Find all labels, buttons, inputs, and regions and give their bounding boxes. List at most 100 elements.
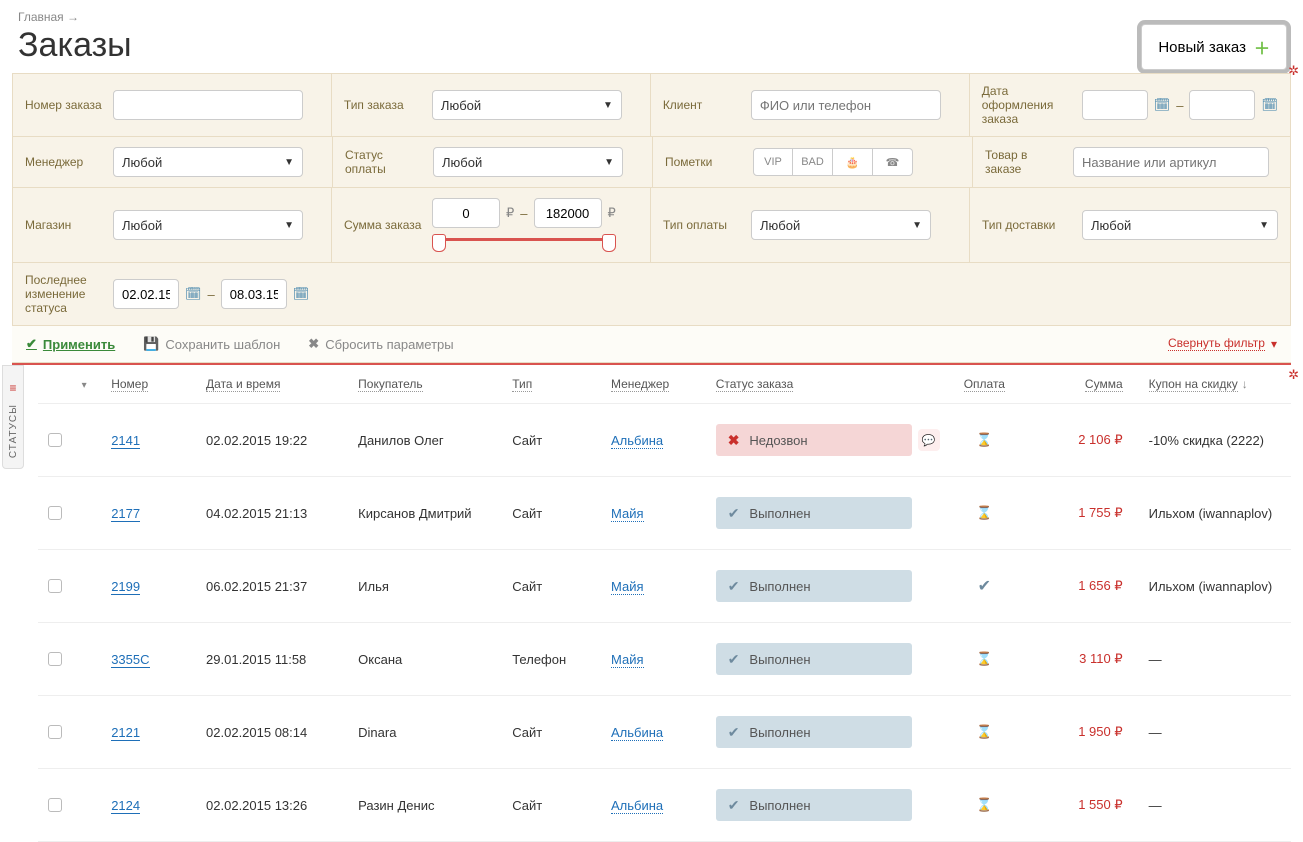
tag-phone-icon[interactable]: ☎	[873, 148, 913, 176]
order-buyer: Данилов Олег	[358, 433, 512, 448]
col-sum[interactable]: Сумма	[1085, 377, 1123, 392]
payment-status-select[interactable]: Любой▼	[433, 147, 623, 177]
tag-bad-button[interactable]: BAD	[793, 148, 833, 176]
manager-link[interactable]: Альбина	[611, 798, 663, 814]
payment-type-label: Тип оплаты	[663, 218, 741, 232]
col-payment[interactable]: Оплата	[964, 377, 1005, 392]
manager-select[interactable]: Любой▼	[113, 147, 303, 177]
slider-handle-right[interactable]	[602, 234, 616, 252]
order-number-input[interactable]	[113, 90, 303, 120]
row-checkbox[interactable]	[48, 506, 62, 520]
order-datetime: 04.02.2015 21:13	[206, 506, 358, 521]
statuses-side-tab[interactable]: ≡ СТАТУСЫ	[2, 365, 24, 469]
table-row: 214102.02.2015 19:22Данилов ОлегСайтАльб…	[38, 404, 1291, 477]
order-date-from[interactable]	[1082, 90, 1148, 120]
table-header: ▾ Номер Дата и время Покупатель Тип Мене…	[38, 365, 1291, 404]
manager-link[interactable]: Альбина	[611, 725, 663, 741]
tag-cake-icon[interactable]: 🎂	[833, 148, 873, 176]
order-number-link[interactable]: 3355C	[111, 652, 149, 668]
order-number-link[interactable]: 2141	[111, 433, 140, 449]
hourglass-icon: ⌛	[976, 797, 992, 812]
col-buyer[interactable]: Покупатель	[358, 377, 422, 392]
save-template-button[interactable]: 💾 Сохранить шаблон	[143, 336, 280, 352]
calendar-icon[interactable]: 🗓	[293, 286, 310, 302]
new-order-button[interactable]: Новый заказ ＋	[1141, 24, 1287, 70]
order-sum: 1 656 ₽	[1078, 578, 1122, 593]
col-datetime[interactable]: Дата и время	[206, 377, 280, 392]
status-badge[interactable]: ✔Выполнен	[716, 497, 912, 529]
row-checkbox[interactable]	[48, 433, 62, 447]
sum-from-input[interactable]	[432, 198, 500, 228]
order-sum-label: Сумма заказа	[344, 218, 422, 232]
col-type[interactable]: Тип	[512, 377, 532, 392]
col-coupon[interactable]: Купон на скидку	[1149, 377, 1238, 392]
delivery-type-select[interactable]: Любой▼	[1082, 210, 1278, 240]
chevron-down-icon: ▼	[604, 157, 614, 168]
order-buyer: Разин Денис	[358, 798, 512, 813]
product-input[interactable]	[1073, 147, 1269, 177]
manager-label: Менеджер	[25, 155, 103, 169]
status-badge[interactable]: ✔Выполнен	[716, 643, 912, 675]
table-row: 3355C29.01.2015 11:58ОксанаТелефонМайя✔В…	[38, 623, 1291, 696]
order-sum: 1 950 ₽	[1078, 724, 1122, 739]
order-type-label: Тип заказа	[344, 98, 422, 112]
row-checkbox[interactable]	[48, 652, 62, 666]
order-number-link[interactable]: 2121	[111, 725, 140, 741]
status-badge[interactable]: ✔Выполнен	[716, 789, 912, 821]
sort-icon[interactable]: ▾	[82, 380, 87, 391]
chevron-down-icon: ▼	[284, 157, 294, 168]
collapse-filter-button[interactable]: Свернуть фильтр ▾	[1168, 336, 1277, 351]
client-label: Клиент	[663, 98, 741, 112]
order-type: Сайт	[512, 433, 611, 448]
status-badge[interactable]: ✔Выполнен	[716, 716, 912, 748]
col-status[interactable]: Статус заказа	[716, 377, 794, 392]
order-number-link[interactable]: 2177	[111, 506, 140, 522]
gear-icon[interactable]: ✲	[1288, 367, 1299, 383]
page-title: Заказы	[18, 26, 1285, 65]
comment-icon[interactable]: 💬	[918, 429, 940, 451]
sum-to-input[interactable]	[534, 198, 602, 228]
calendar-icon[interactable]: 🗓	[185, 286, 202, 302]
manager-link[interactable]: Майя	[611, 506, 644, 522]
apply-button[interactable]: ✔ Применить	[26, 336, 115, 352]
status-date-from[interactable]	[113, 279, 179, 309]
col-number[interactable]: Номер	[111, 377, 148, 392]
payment-status: ⌛	[949, 651, 1020, 667]
x-icon: ✖	[308, 336, 319, 352]
col-manager[interactable]: Менеджер	[611, 377, 669, 392]
order-type: Телефон	[512, 652, 611, 667]
delivery-type-label: Тип доставки	[982, 218, 1072, 232]
order-sum: 1 550 ₽	[1078, 797, 1122, 812]
order-date-label: Дата оформления заказа	[982, 84, 1072, 126]
order-datetime: 02.02.2015 08:14	[206, 725, 358, 740]
reset-button[interactable]: ✖ Сбросить параметры	[308, 336, 453, 352]
order-type-select[interactable]: Любой▼	[432, 90, 622, 120]
status-badge[interactable]: ✔Выполнен	[716, 570, 912, 602]
calendar-icon[interactable]: 🗓	[1154, 97, 1171, 113]
tag-vip-button[interactable]: VIP	[753, 148, 793, 176]
breadcrumb-home[interactable]: Главная	[18, 10, 64, 24]
status-badge[interactable]: ✖Недозвон	[716, 424, 912, 456]
row-checkbox[interactable]	[48, 579, 62, 593]
manager-link[interactable]: Майя	[611, 579, 644, 595]
row-checkbox[interactable]	[48, 798, 62, 812]
order-number-link[interactable]: 2124	[111, 798, 140, 814]
order-type: Сайт	[512, 506, 611, 521]
payment-type-select[interactable]: Любой▼	[751, 210, 931, 240]
check-icon: ✔	[728, 797, 740, 814]
order-date-to[interactable]	[1189, 90, 1255, 120]
calendar-icon[interactable]: 🗓	[1261, 97, 1278, 113]
row-checkbox[interactable]	[48, 725, 62, 739]
shop-select[interactable]: Любой▼	[113, 210, 303, 240]
gear-icon[interactable]: ✲	[1288, 63, 1299, 79]
status-date-to[interactable]	[221, 279, 287, 309]
slider-handle-left[interactable]	[432, 234, 446, 252]
manager-link[interactable]: Майя	[611, 652, 644, 668]
sum-slider[interactable]	[436, 236, 612, 252]
manager-link[interactable]: Альбина	[611, 433, 663, 449]
order-buyer: Кирсанов Дмитрий	[358, 506, 512, 521]
client-input[interactable]	[751, 90, 941, 120]
order-number-link[interactable]: 2199	[111, 579, 140, 595]
order-coupon: Ильхом (iwannaplov)	[1123, 506, 1281, 521]
order-coupon: —	[1123, 725, 1281, 740]
